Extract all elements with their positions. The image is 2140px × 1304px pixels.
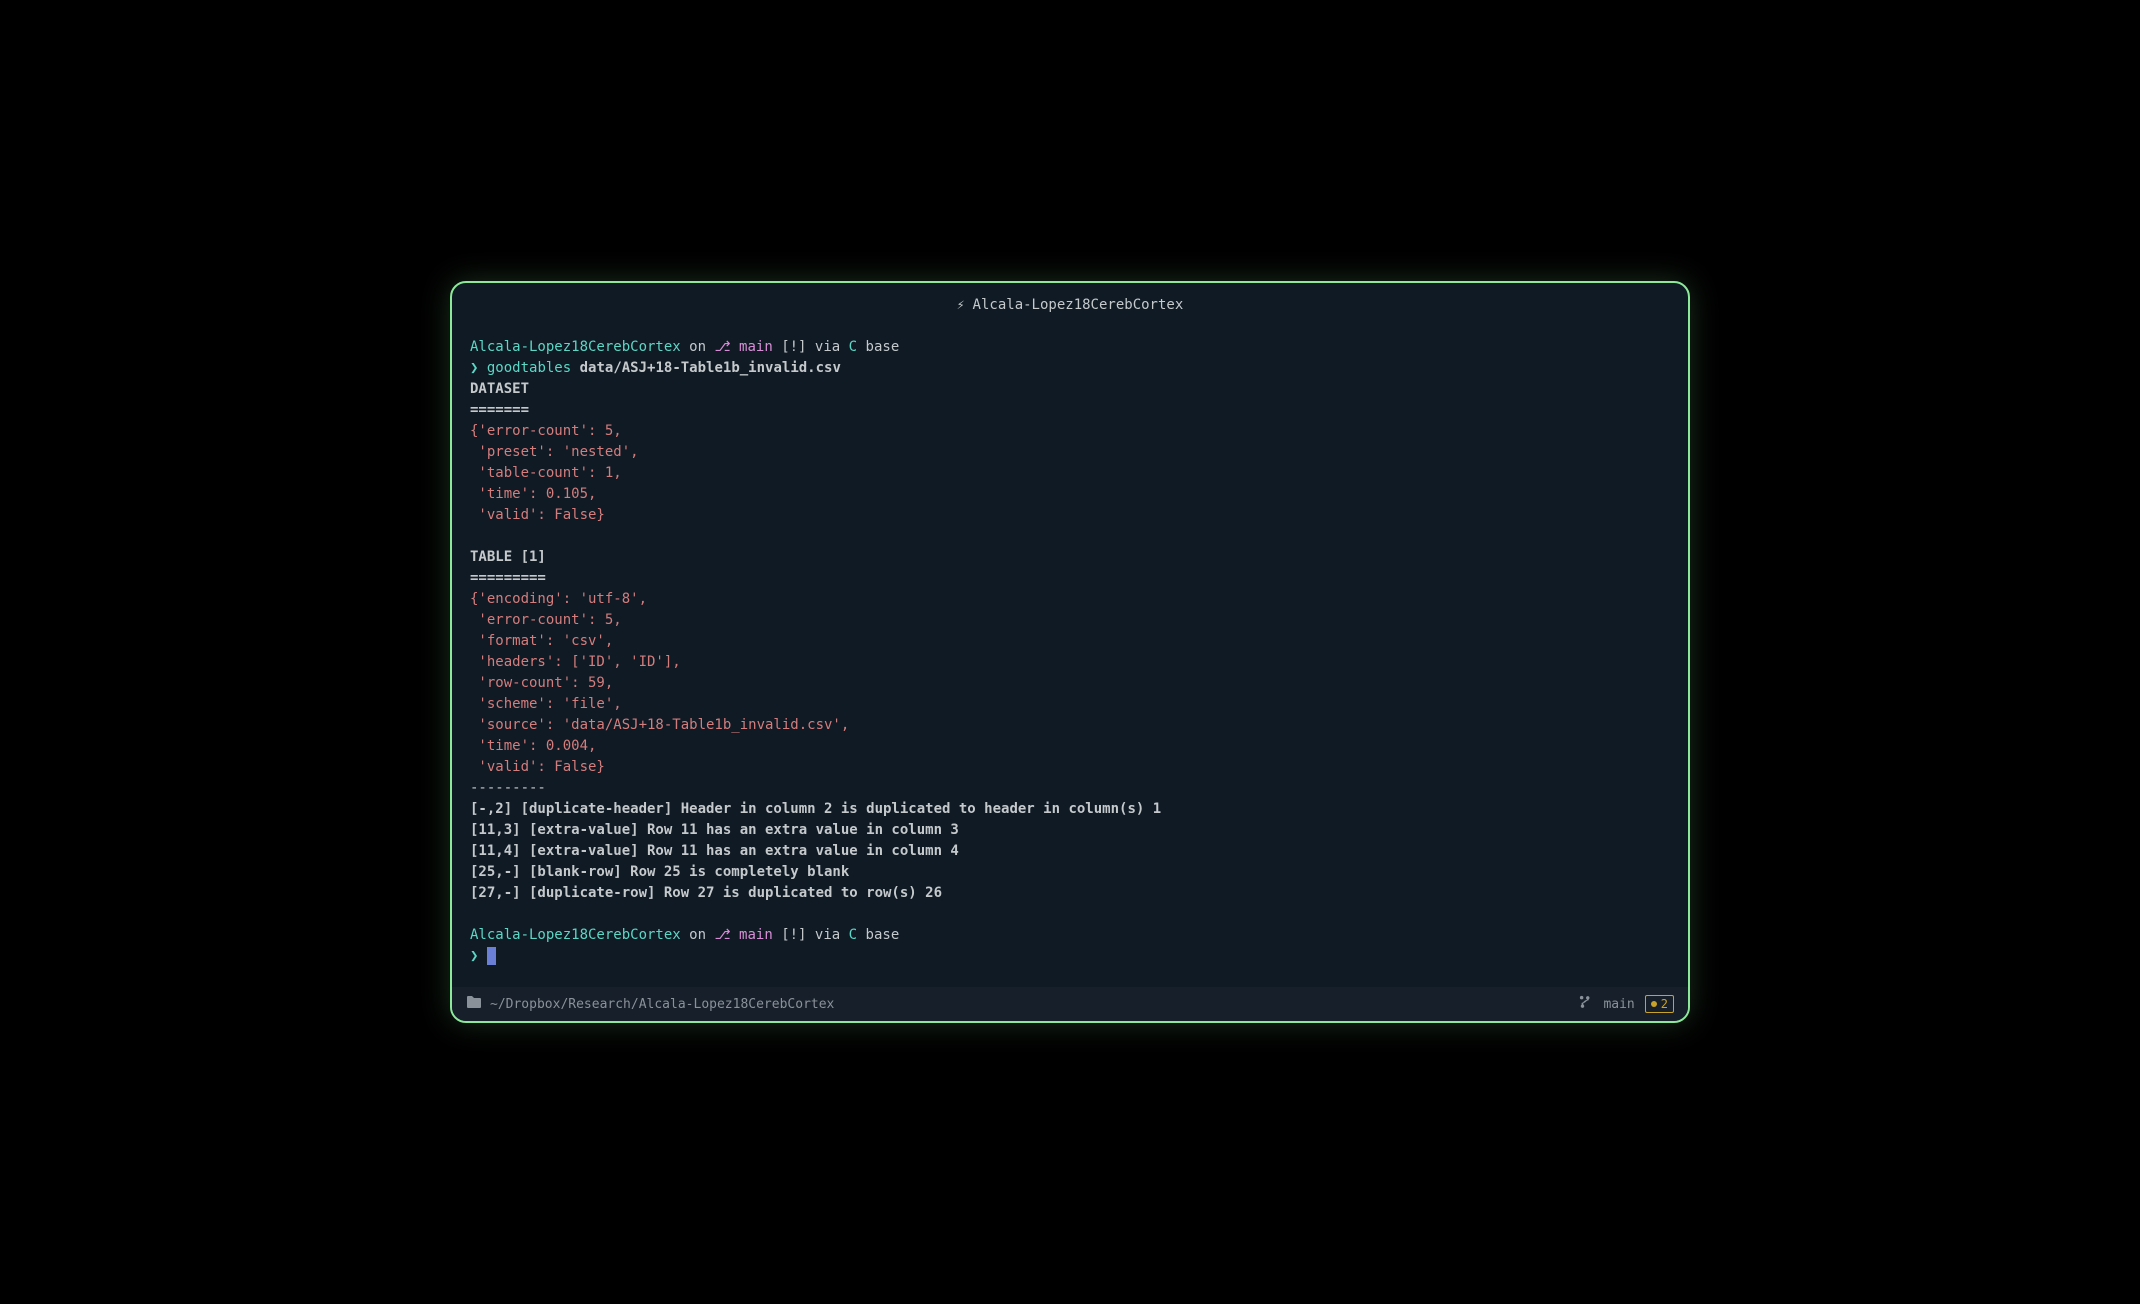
conda-env: base	[866, 339, 900, 355]
error-line: [-,2] [duplicate-header] Header in colum…	[470, 801, 1161, 817]
output-dashes: ---------	[470, 780, 546, 796]
sync-indicator[interactable]: 2	[1645, 995, 1674, 1013]
dataset-dict-line: 'preset': 'nested',	[470, 444, 639, 460]
terminal-window: ⚡ Alcala-Lopez18CerebCortex Alcala-Lopez…	[450, 281, 1690, 1023]
lightning-icon: ⚡	[957, 298, 965, 313]
git-branch-icon	[1579, 995, 1593, 1013]
cursor[interactable]	[487, 947, 496, 965]
table-dict-line: 'row-count': 59,	[470, 675, 613, 691]
table-header: TABLE [1]	[470, 549, 546, 565]
table-dict-line: 'scheme': 'file',	[470, 696, 622, 712]
table-dict-line: {'encoding': 'utf-8',	[470, 591, 647, 607]
dataset-dict-line: 'time': 0.105,	[470, 486, 596, 502]
via-text: via	[815, 339, 840, 355]
statusbar-left: ~/Dropbox/Research/Alcala-Lopez18CerebCo…	[466, 995, 834, 1013]
branch-icon: ⎇	[714, 927, 730, 943]
command-arg: data/ASJ+18-Table1b_invalid.csv	[580, 360, 841, 376]
command-name: goodtables	[487, 360, 571, 376]
sync-count: 2	[1661, 997, 1668, 1011]
prompt-dir: Alcala-Lopez18CerebCortex	[470, 927, 681, 943]
table-dict-line: 'source': 'data/ASJ+18-Table1b_invalid.c…	[470, 717, 849, 733]
branch-name: main	[739, 339, 773, 355]
error-line: [11,4] [extra-value] Row 11 has an extra…	[470, 843, 959, 859]
table-dict-line: 'format': 'csv',	[470, 633, 613, 649]
table-equals: =========	[470, 570, 546, 586]
folder-icon	[466, 995, 482, 1013]
prompt-arrow: ❯	[470, 948, 478, 964]
conda-symbol: C	[849, 339, 857, 355]
table-dict-line: 'time': 0.004,	[470, 738, 596, 754]
window-title: Alcala-Lopez18CerebCortex	[973, 297, 1184, 313]
prompt-arrow: ❯	[470, 360, 478, 376]
titlebar[interactable]: ⚡ Alcala-Lopez18CerebCortex	[452, 283, 1688, 327]
prompt-on: on	[689, 339, 706, 355]
table-dict-line: 'valid': False}	[470, 759, 605, 775]
prompt-on: on	[689, 927, 706, 943]
statusbar-path: ~/Dropbox/Research/Alcala-Lopez18CerebCo…	[490, 997, 834, 1012]
statusbar-branch: main	[1603, 997, 1634, 1012]
statusbar: ~/Dropbox/Research/Alcala-Lopez18CerebCo…	[452, 987, 1688, 1021]
dataset-dict-line: {'error-count': 5,	[470, 423, 622, 439]
prompt-dir: Alcala-Lopez18CerebCortex	[470, 339, 681, 355]
sync-dot-icon	[1651, 1001, 1657, 1007]
conda-symbol: C	[849, 927, 857, 943]
statusbar-right: main 2	[1579, 995, 1674, 1013]
modified-flag: [!]	[781, 339, 806, 355]
modified-flag: [!]	[781, 927, 806, 943]
error-line: [27,-] [duplicate-row] Row 27 is duplica…	[470, 885, 942, 901]
table-dict-line: 'headers': ['ID', 'ID'],	[470, 654, 681, 670]
dataset-equals: =======	[470, 402, 529, 418]
dataset-dict-line: 'valid': False}	[470, 507, 605, 523]
error-line: [11,3] [extra-value] Row 11 has an extra…	[470, 822, 959, 838]
branch-icon: ⎇	[714, 339, 730, 355]
error-line: [25,-] [blank-row] Row 25 is completely …	[470, 864, 849, 880]
via-text: via	[815, 927, 840, 943]
branch-name: main	[739, 927, 773, 943]
conda-env: base	[866, 927, 900, 943]
dataset-header: DATASET	[470, 381, 529, 397]
terminal-content[interactable]: Alcala-Lopez18CerebCortex on ⎇ main [!] …	[452, 327, 1688, 987]
dataset-dict-line: 'table-count': 1,	[470, 465, 622, 481]
table-dict-line: 'error-count': 5,	[470, 612, 622, 628]
